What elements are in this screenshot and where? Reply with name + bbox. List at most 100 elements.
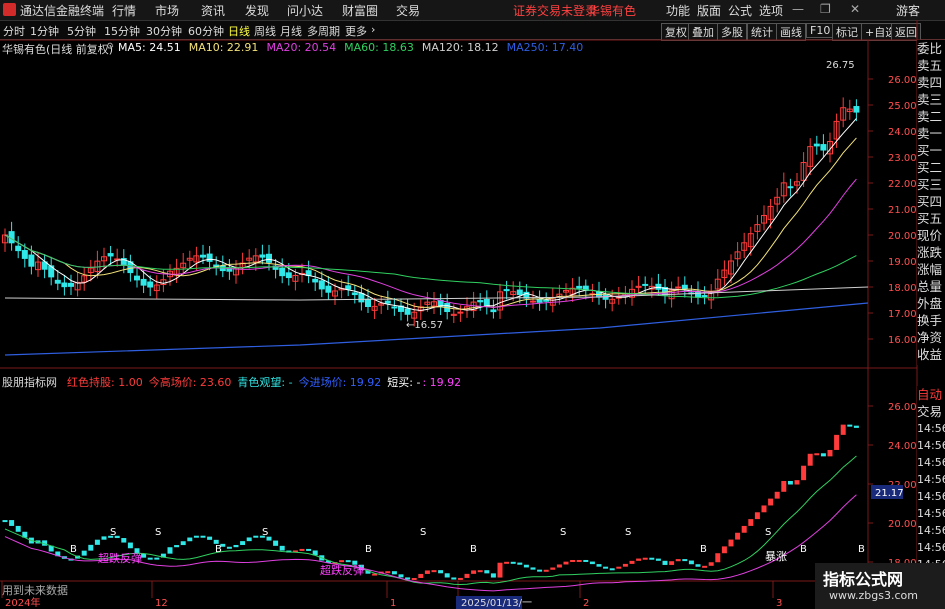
trade-time-5: 14:56 — [917, 507, 945, 520]
ind-bar — [174, 545, 180, 548]
ind-bar — [807, 453, 813, 466]
buy-marker: B — [800, 544, 807, 555]
quote-item-3: 卖三 — [917, 92, 943, 107]
sell-marker: S — [262, 527, 268, 538]
ind-bar — [398, 574, 404, 578]
ind-bar — [741, 525, 747, 533]
sell-marker: S — [155, 527, 161, 538]
ind-bar — [768, 498, 774, 506]
ind-bar — [695, 564, 701, 567]
xaxis-label: 3 — [776, 598, 782, 609]
trade-tab-0[interactable]: 自动 — [917, 386, 945, 403]
ind-bar — [147, 557, 153, 560]
candle-body — [490, 309, 497, 313]
ind-bar — [299, 548, 305, 551]
ind-bar — [748, 519, 754, 526]
ind-bar — [180, 541, 186, 546]
ma10-label: MA10: 22.91 — [188, 41, 259, 54]
xaxis-label: 1 — [390, 598, 396, 609]
high-price-label: 26.75 — [826, 60, 855, 71]
ind-bar — [127, 542, 133, 549]
ind-bar — [306, 548, 312, 551]
ind-bar — [708, 562, 714, 566]
settings-gear-icon[interactable]: ⚙ — [106, 42, 114, 52]
ind-ytick-label: 20.00 — [888, 519, 917, 530]
quote-panel: 委比 卖五 卖四 卖三 卖二 卖一 买一 买二 买三 买四 买五 现价 涨跌 涨幅 总量 外盘 换手 净资 收益 — [917, 40, 945, 365]
candle-body — [681, 284, 688, 290]
ind-bar — [550, 567, 556, 570]
candle-body — [54, 279, 61, 284]
ind-bar — [497, 562, 503, 578]
main-chart-title: 华锡有色(日线 前复权) — [2, 43, 114, 56]
ind-bar — [636, 558, 642, 561]
ind-ytick-label: 24.00 — [888, 441, 917, 452]
candle-body — [675, 286, 682, 289]
ind-bar — [2, 520, 8, 523]
ind-bar — [273, 540, 279, 546]
trade-tab-1[interactable]: 交易 — [917, 403, 945, 420]
main-ytick-label: 16.00 — [888, 335, 917, 346]
ind-bar — [94, 539, 100, 545]
quote-item-11: 现价 — [917, 228, 943, 243]
candle-body — [530, 300, 536, 303]
ind-bar — [563, 561, 569, 565]
indicator-title: 股朋指标网 — [2, 376, 57, 389]
ind-bar — [655, 558, 661, 561]
candle-body — [200, 254, 206, 258]
ind-bar — [345, 560, 351, 563]
current-value-label: 21.17 — [875, 488, 904, 499]
ind-bar — [226, 546, 232, 549]
candle-body — [279, 267, 286, 277]
ind-bar — [834, 434, 840, 450]
ind-bar — [233, 544, 239, 548]
ind-bar — [814, 453, 820, 456]
candle-body — [787, 186, 794, 189]
ind-bar — [853, 425, 859, 428]
ind-bar — [523, 564, 529, 568]
candle-body — [21, 250, 28, 259]
candle-body — [457, 311, 464, 314]
trade-panel: 自动交易 14:56 14:56 14:56 14:56 14:56 14:56 14:56 1… — [917, 386, 945, 581]
sell-marker: S — [420, 527, 426, 538]
ind-bar — [840, 424, 846, 435]
ind-bar — [15, 525, 21, 532]
candle-body — [365, 298, 371, 307]
watermark-url: www.zbgs3.com — [829, 589, 918, 602]
ind-bar — [207, 536, 213, 540]
sell-marker: S — [765, 527, 771, 538]
candle-body — [8, 231, 15, 244]
candle-body — [404, 308, 411, 315]
main-ytick-label: 20.00 — [888, 231, 917, 242]
ind-bar — [444, 573, 450, 578]
candle-body — [853, 106, 860, 113]
ind-bar — [781, 480, 787, 492]
ind-bar — [121, 538, 127, 543]
ind-bar — [385, 571, 391, 574]
quote-item-9: 买四 — [917, 194, 943, 209]
candle-body — [642, 283, 649, 286]
ind-bar — [193, 535, 199, 538]
candle-body — [483, 298, 490, 307]
ind-high-label: 今高场价: 23.60 — [148, 376, 232, 389]
main-ytick-label: 21.00 — [888, 205, 917, 216]
trade-time-1: 14:56 — [917, 439, 945, 452]
ind-bar — [761, 505, 767, 513]
main-ytick-label: 26.00 — [888, 75, 917, 86]
ma20-label: MA20: 20.54 — [266, 41, 337, 54]
ind-extra-label: : 19.92 — [422, 376, 462, 389]
ind-bar — [827, 449, 833, 457]
ind-bar — [537, 569, 543, 572]
quote-item-15: 外盘 — [917, 296, 943, 311]
ind-bar — [787, 480, 793, 485]
ind-hold-label: 红色持股: 1.00 — [67, 376, 143, 389]
ind-bar — [154, 557, 160, 560]
ind-bar — [451, 577, 457, 580]
kline-chart[interactable]: 26.00 25.00 24.00 23.00 22.00 21.00 20.00 19.00… — [0, 0, 945, 609]
candle-body — [516, 289, 523, 296]
quote-item-14: 总量 — [917, 279, 943, 294]
quote-item-8: 买三 — [917, 177, 943, 192]
ind-shortbuy-label: 短买: - — [387, 376, 421, 389]
buy-marker: B — [700, 544, 707, 555]
ind-bar — [517, 562, 523, 565]
ind-bar — [649, 557, 655, 560]
